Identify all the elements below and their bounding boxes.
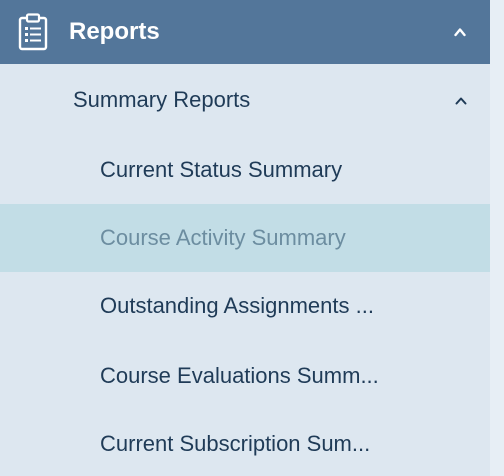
nav-item-current-subscription-summary[interactable]: Current Subscription Sum...	[0, 410, 490, 476]
nav-item-label: Course Activity Summary	[100, 225, 346, 250]
scrollbar-track[interactable]	[490, 0, 504, 476]
nav-item-course-evaluations-summary[interactable]: Course Evaluations Summ...	[0, 342, 490, 410]
nav-item-course-activity-summary[interactable]: Course Activity Summary	[0, 204, 490, 272]
nav-item-label: Outstanding Assignments ...	[100, 293, 374, 318]
clipboard-icon	[18, 13, 48, 51]
nav-item-label: Course Evaluations Summ...	[100, 363, 379, 388]
reports-section-header[interactable]: Reports	[0, 0, 490, 64]
summary-reports-label: Summary Reports	[73, 87, 251, 112]
reports-nav-panel: Reports Summary Reports Current Status S…	[0, 0, 504, 476]
chevron-up-icon[interactable]	[454, 26, 466, 38]
summary-reports-group[interactable]: Summary Reports	[0, 64, 490, 136]
nav-item-current-status-summary[interactable]: Current Status Summary	[0, 136, 490, 204]
nav-item-label: Current Subscription Sum...	[100, 431, 371, 456]
reports-section-title: Reports	[69, 18, 160, 45]
chevron-up-icon[interactable]	[455, 95, 467, 107]
nav-item-outstanding-assignments[interactable]: Outstanding Assignments ...	[0, 272, 490, 340]
nav-item-label: Current Status Summary	[100, 157, 343, 182]
